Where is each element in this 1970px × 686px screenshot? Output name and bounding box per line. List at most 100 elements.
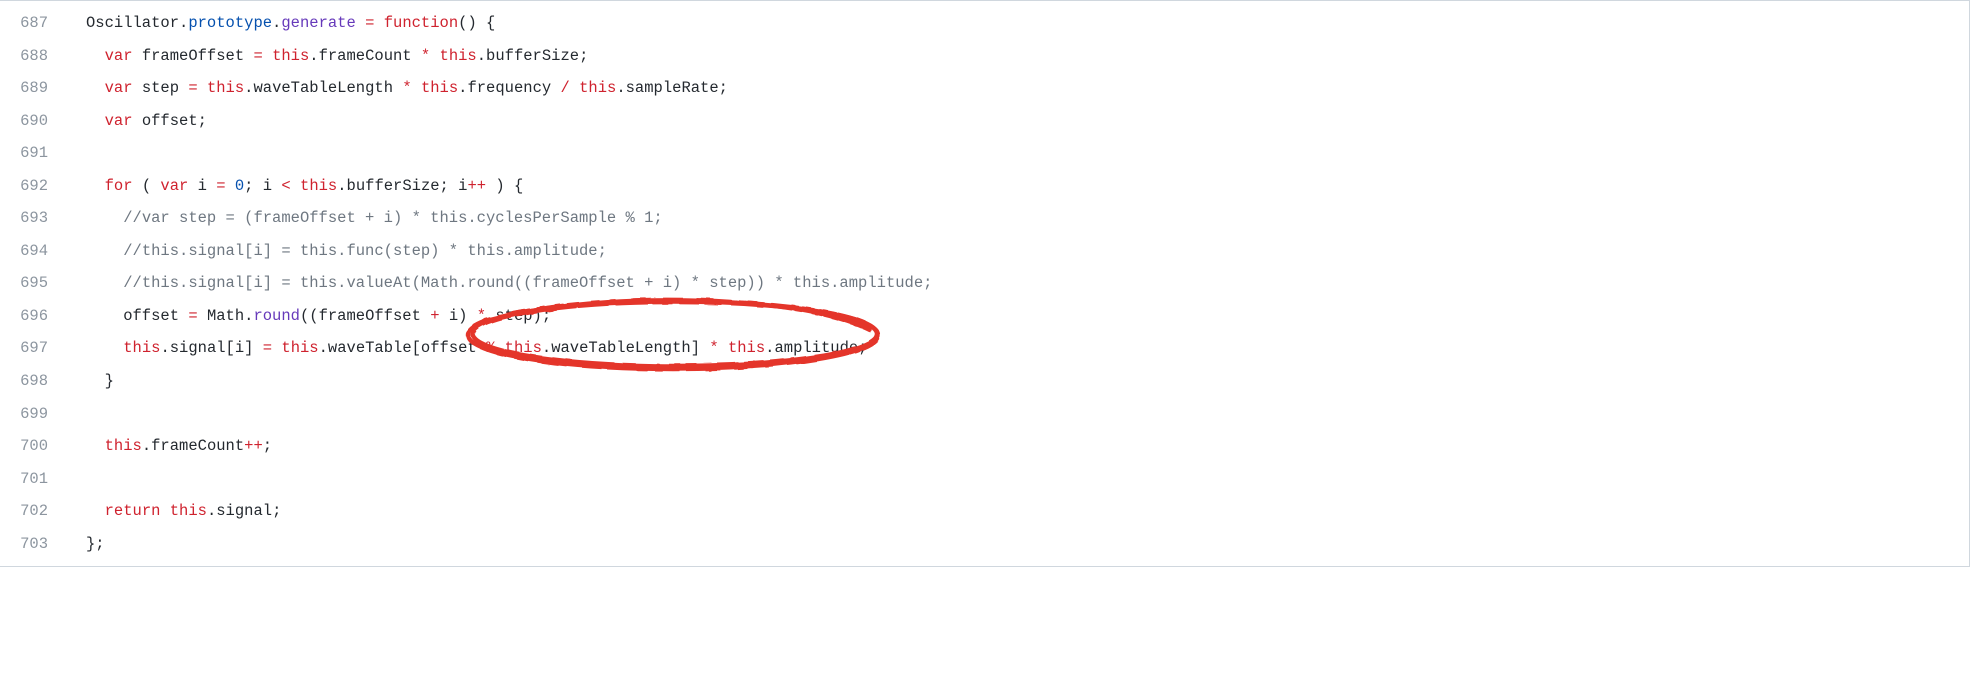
code-content: Oscillator.prototype.generate = function… (68, 1, 1969, 566)
token (86, 209, 123, 227)
token: ++ (467, 177, 486, 195)
token: ((frameOffset (300, 307, 430, 325)
token: this (300, 177, 337, 195)
token (86, 47, 105, 65)
token: this (170, 502, 207, 520)
token: .waveTableLength] (542, 339, 709, 357)
line-number: 693 (0, 202, 68, 235)
code-line: offset = Math.round((frameOffset + i) * … (86, 300, 1969, 333)
token (86, 112, 105, 130)
token: this (421, 79, 458, 97)
token: .frameCount (309, 47, 421, 65)
token: .sampleRate; (616, 79, 728, 97)
token: .waveTable[offset (319, 339, 486, 357)
token: * (402, 79, 411, 97)
token: offset (86, 307, 188, 325)
token: = (188, 79, 197, 97)
token (86, 274, 123, 292)
line-number-gutter: 6876886896906916926936946956966976986997… (0, 1, 68, 566)
token: * (477, 307, 486, 325)
token: this (105, 437, 142, 455)
code-line: Oscillator.prototype.generate = function… (86, 7, 1969, 40)
token (86, 339, 123, 357)
line-number: 697 (0, 332, 68, 365)
token: step); (486, 307, 551, 325)
line-number: 702 (0, 495, 68, 528)
code-line: //this.signal[i] = this.valueAt(Math.rou… (86, 267, 1969, 300)
token: .frameCount (142, 437, 244, 455)
token: generate (281, 14, 355, 32)
token: var (105, 79, 133, 97)
token: . (272, 14, 281, 32)
token: < (281, 177, 290, 195)
token: }; (86, 535, 105, 553)
token: this (123, 339, 160, 357)
token: % (486, 339, 495, 357)
token (291, 177, 300, 195)
line-number: 703 (0, 528, 68, 561)
token: step (133, 79, 189, 97)
token: Oscillator (86, 14, 179, 32)
token: this (281, 339, 318, 357)
token: this (505, 339, 542, 357)
token: ; (263, 437, 272, 455)
token: 0 (235, 177, 244, 195)
token (86, 177, 105, 195)
token (160, 502, 169, 520)
token: i) (440, 307, 477, 325)
line-number: 692 (0, 170, 68, 203)
token: * (709, 339, 718, 357)
code-line: return this.signal; (86, 495, 1969, 528)
token: this (728, 339, 765, 357)
token: = (253, 47, 262, 65)
token: * (421, 47, 430, 65)
token (374, 14, 383, 32)
token: //this.signal[i] = this.valueAt(Math.rou… (123, 274, 932, 292)
token: this (579, 79, 616, 97)
token: function (384, 14, 458, 32)
line-number: 688 (0, 40, 68, 73)
code-line: //var step = (frameOffset + i) * this.cy… (86, 202, 1969, 235)
token: } (86, 372, 114, 390)
token: prototype (188, 14, 272, 32)
line-number: 695 (0, 267, 68, 300)
token: = (365, 14, 374, 32)
token: + (430, 307, 439, 325)
token: .bufferSize; (477, 47, 589, 65)
line-number: 696 (0, 300, 68, 333)
code-line: //this.signal[i] = this.func(step) * thi… (86, 235, 1969, 268)
code-line (86, 137, 1969, 170)
line-number: 691 (0, 137, 68, 170)
token (86, 79, 105, 97)
token: .bufferSize; i (337, 177, 467, 195)
token: this (207, 79, 244, 97)
token: //this.signal[i] = this.func(step) * thi… (123, 242, 607, 260)
token: ; i (244, 177, 281, 195)
token: var (105, 47, 133, 65)
line-number: 694 (0, 235, 68, 268)
token: ++ (244, 437, 263, 455)
line-number: 698 (0, 365, 68, 398)
line-number: 701 (0, 463, 68, 496)
token: = (263, 339, 272, 357)
token: .signal; (207, 502, 281, 520)
token: Math. (198, 307, 254, 325)
token: . (179, 14, 188, 32)
code-line: var step = this.waveTableLength * this.f… (86, 72, 1969, 105)
token (272, 339, 281, 357)
code-line: for ( var i = 0; i < this.bufferSize; i+… (86, 170, 1969, 203)
token: round (253, 307, 300, 325)
token (198, 79, 207, 97)
token (263, 47, 272, 65)
line-number: 687 (0, 7, 68, 40)
token: ) { (486, 177, 523, 195)
token: frameOffset (133, 47, 254, 65)
token (570, 79, 579, 97)
code-line (86, 463, 1969, 496)
token: = (188, 307, 197, 325)
token: //var step = (frameOffset + i) * this.cy… (123, 209, 663, 227)
token: .frequency (458, 79, 560, 97)
token: / (560, 79, 569, 97)
token: var (105, 112, 133, 130)
token: .waveTableLength (244, 79, 402, 97)
